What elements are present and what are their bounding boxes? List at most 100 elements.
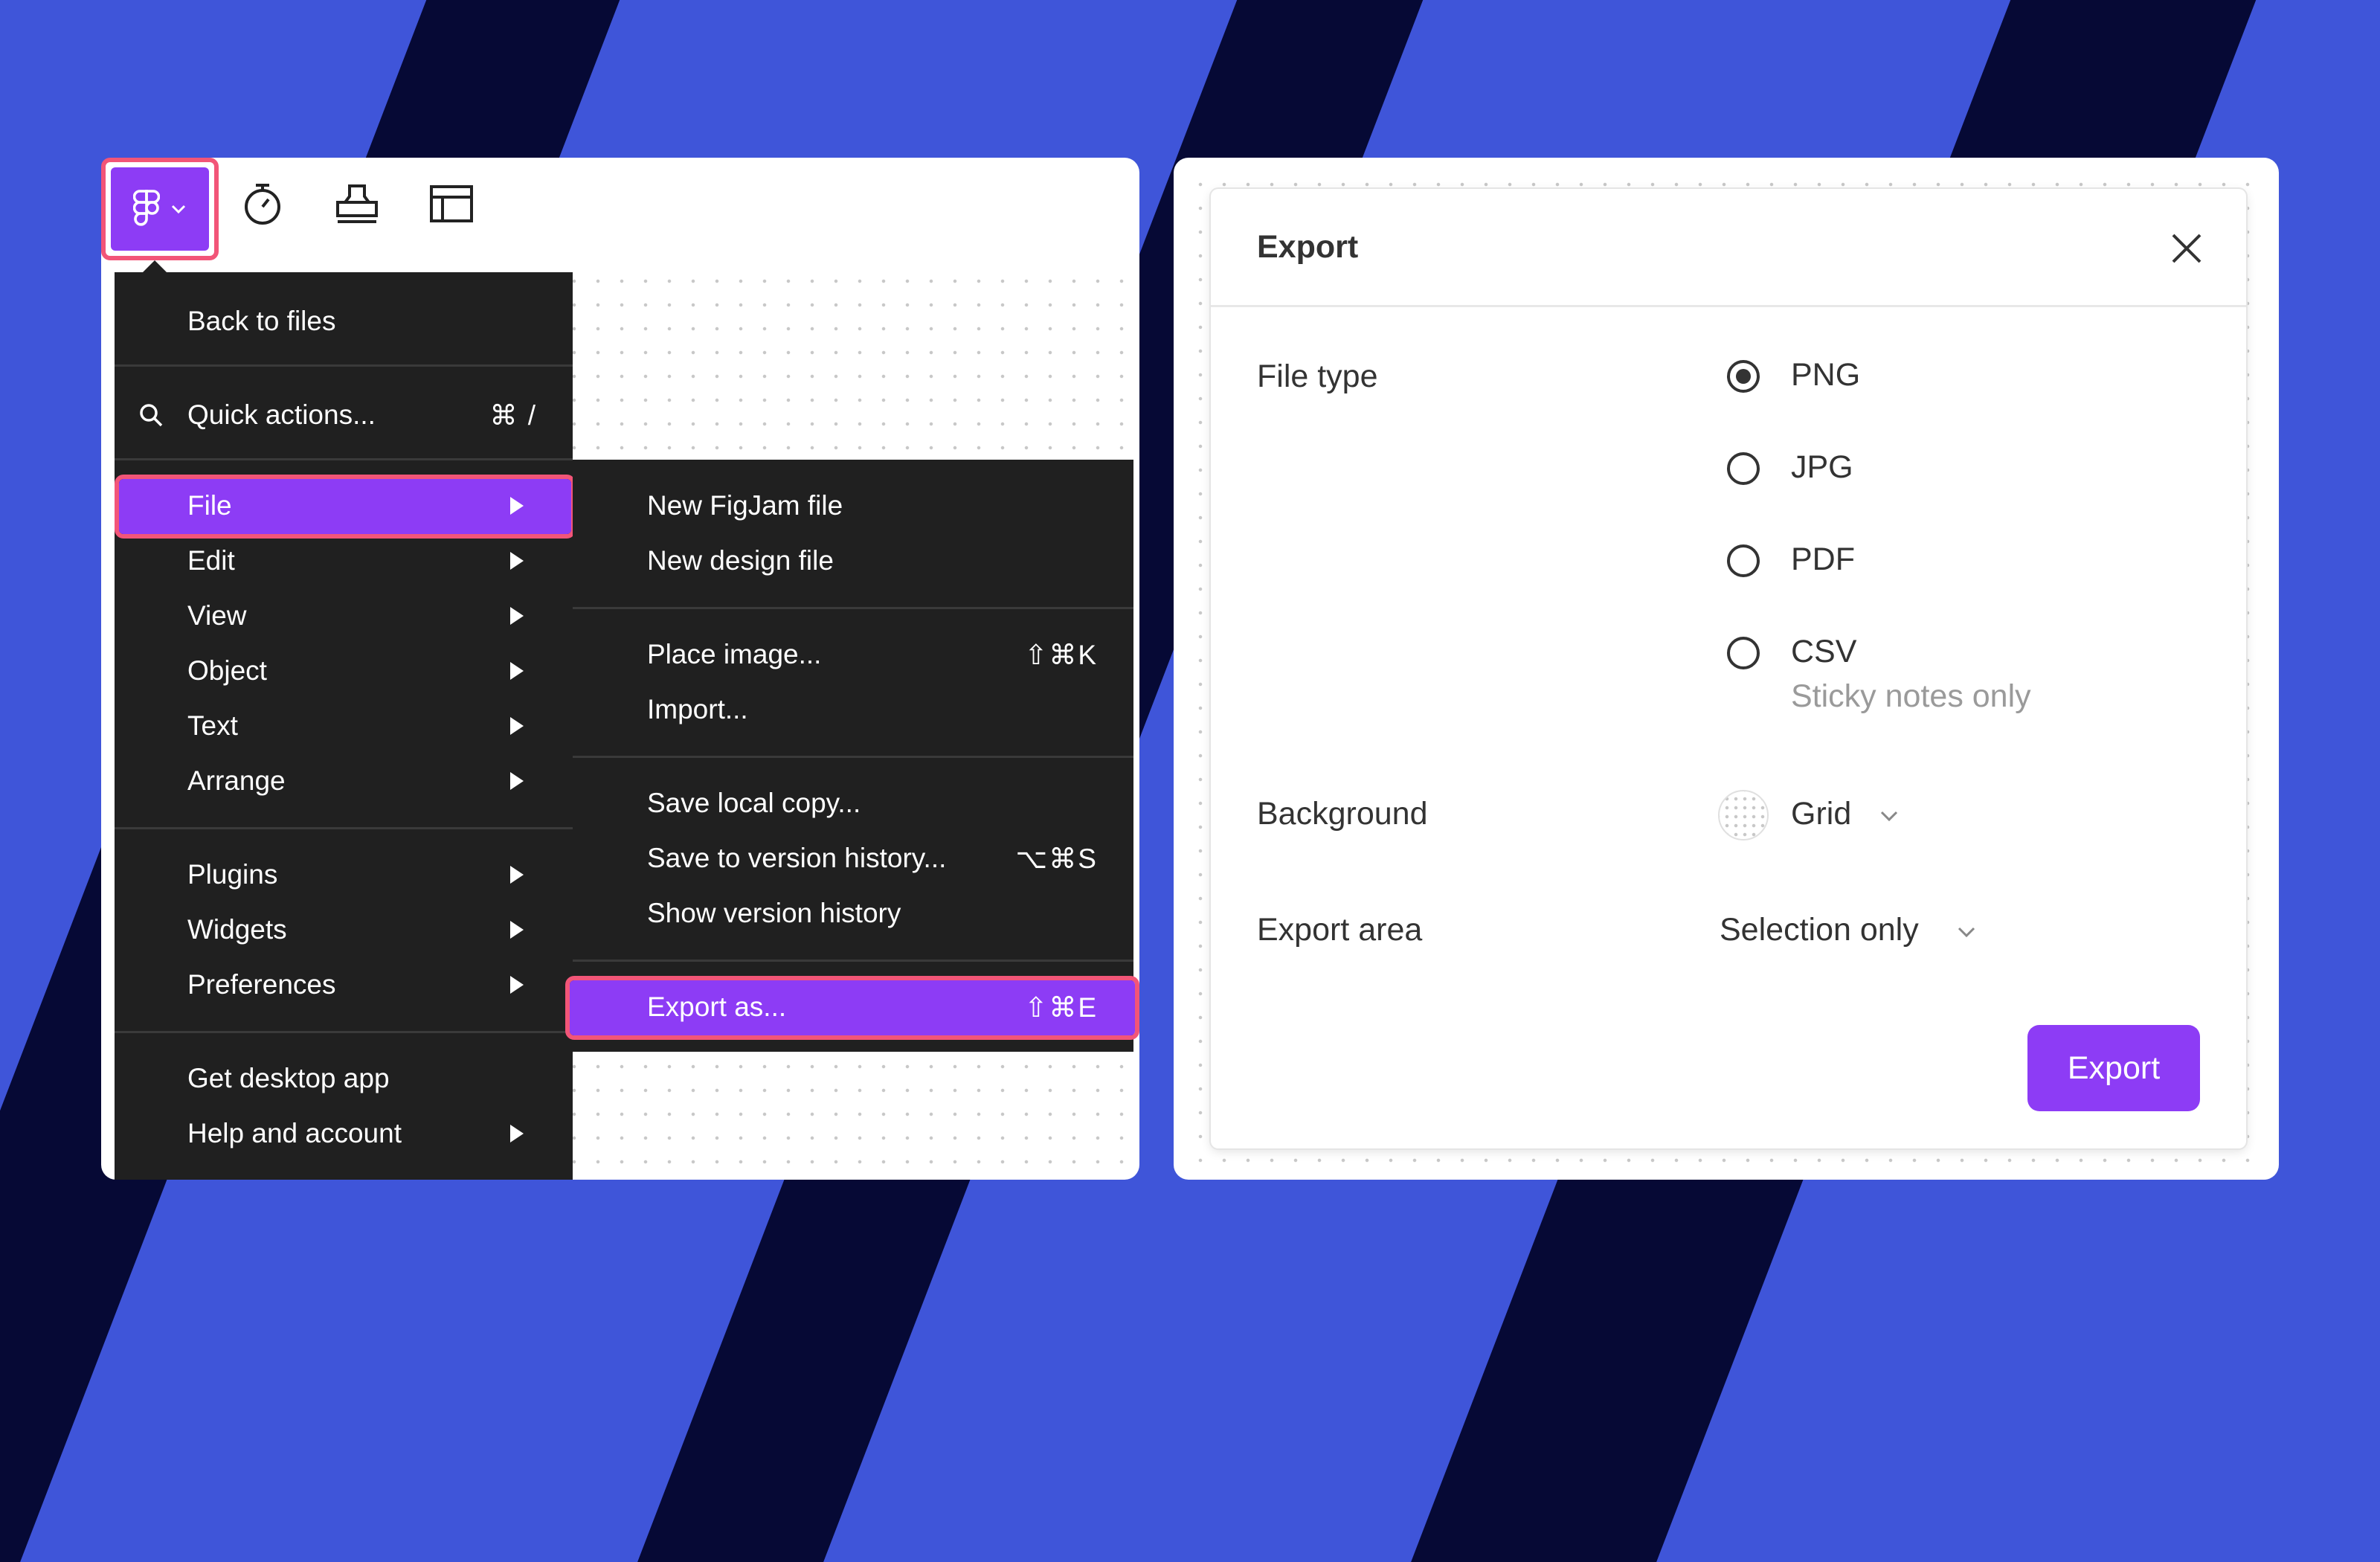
menu-item-arrange[interactable]: Arrange: [115, 754, 573, 808]
menu-item-back-to-files[interactable]: Back to files: [115, 295, 573, 348]
menu-item-object[interactable]: Object: [115, 644, 573, 698]
menu-divider: [115, 827, 573, 829]
submenu-item-label: Import...: [647, 694, 748, 724]
menu-item-label: Quick actions...: [187, 399, 376, 430]
figma-logo-icon: [133, 190, 160, 226]
file-type-option-csv[interactable]: CSV Sticky notes only: [1727, 629, 2069, 726]
dialog-header-divider: [1211, 305, 2246, 307]
menu-item-label: Plugins: [187, 859, 278, 890]
file-submenu: New FigJam file New design file Place im…: [573, 460, 1133, 1052]
close-icon: [2172, 234, 2202, 263]
menu-item-label: Edit: [187, 545, 235, 576]
grid-swatch-icon: [1718, 790, 1769, 841]
main-menu: Back to files Quick actions... ⌘ / File …: [115, 272, 573, 1180]
menu-item-plugins[interactable]: Plugins: [115, 848, 573, 901]
menu-item-shortcut: ⌘ /: [489, 399, 537, 431]
menu-item-label: Help and account: [187, 1118, 402, 1148]
menu-item-label: File: [187, 490, 232, 521]
file-type-label: File type: [1257, 359, 1378, 394]
csv-note: Sticky notes only: [1791, 678, 2031, 714]
menu-divider: [573, 960, 1133, 962]
menu-item-label: Get desktop app: [187, 1063, 390, 1093]
table-icon: [430, 185, 473, 222]
submenu-arrow-icon: [510, 976, 524, 994]
chevron-down-icon: [1958, 927, 1975, 938]
submenu-item-new-design-file[interactable]: New design file: [573, 534, 1133, 588]
submenu-item-save-local-copy[interactable]: Save local copy...: [573, 777, 1133, 830]
submenu-arrow-icon: [510, 921, 524, 939]
submenu-item-label: Place image...: [647, 639, 822, 669]
close-button[interactable]: [2166, 228, 2207, 269]
submenu-item-shortcut: ⇧⌘E: [1024, 991, 1098, 1023]
submenu-item-import[interactable]: Import...: [573, 683, 1133, 736]
submenu-item-label: Export as...: [647, 991, 787, 1022]
search-icon: [140, 404, 163, 427]
submenu-arrow-icon: [510, 866, 524, 884]
file-type-option-pdf[interactable]: PDF: [1727, 537, 1950, 588]
export-button[interactable]: Export: [2027, 1025, 2200, 1111]
submenu-item-show-version-history[interactable]: Show version history: [573, 887, 1133, 940]
radio-icon: [1727, 452, 1760, 485]
background-select[interactable]: Grid: [1718, 788, 1911, 842]
submenu-item-place-image[interactable]: Place image... ⇧⌘K: [573, 628, 1133, 681]
submenu-item-label: New design file: [647, 545, 834, 576]
menu-item-label: Widgets: [187, 914, 287, 945]
menu-divider: [115, 1031, 573, 1033]
submenu-arrow-icon: [510, 552, 524, 570]
menu-item-label: Text: [187, 710, 238, 741]
menu-item-view[interactable]: View: [115, 589, 573, 643]
menu-divider: [573, 607, 1133, 609]
submenu-item-shortcut: ⇧⌘K: [1024, 639, 1098, 670]
submenu-item-label: Show version history: [647, 898, 901, 928]
menu-divider: [115, 458, 573, 460]
stamp-button[interactable]: [333, 180, 381, 228]
submenu-item-save-to-version-history[interactable]: Save to version history... ⌥⌘S: [573, 832, 1133, 885]
submenu-arrow-icon: [510, 607, 524, 625]
submenu-item-label: Save local copy...: [647, 788, 861, 818]
menu-item-label: Object: [187, 655, 267, 686]
menu-item-label: Back to files: [187, 306, 336, 336]
submenu-item-label: New FigJam file: [647, 490, 843, 521]
chevron-down-icon: [1880, 811, 1898, 822]
menu-item-label: Preferences: [187, 969, 336, 1000]
submenu-arrow-icon: [510, 1125, 524, 1142]
menu-item-edit[interactable]: Edit: [115, 534, 573, 588]
file-type-option-label: PNG: [1791, 357, 1861, 393]
export-area-select[interactable]: Selection only: [1718, 904, 2001, 958]
file-type-option-label: PDF: [1791, 541, 1855, 577]
radio-selected-icon: [1727, 360, 1760, 393]
submenu-item-new-figjam-file[interactable]: New FigJam file: [573, 479, 1133, 533]
export-area-label: Export area: [1257, 912, 1423, 948]
submenu-item-shortcut: ⌥⌘S: [1015, 843, 1098, 874]
menu-item-file-active[interactable]: File: [115, 479, 573, 533]
menu-item-quick-actions[interactable]: Quick actions... ⌘ /: [115, 388, 573, 442]
menu-caret: [143, 260, 167, 272]
menu-item-help-and-account[interactable]: Help and account: [115, 1107, 573, 1160]
menu-item-widgets[interactable]: Widgets: [115, 903, 573, 957]
background-label: Background: [1257, 796, 1428, 832]
timer-button[interactable]: [239, 180, 286, 228]
menu-item-label: Arrange: [187, 765, 286, 796]
dialog-title: Export: [1257, 229, 1359, 265]
radio-icon: [1727, 544, 1760, 577]
menu-item-label: View: [187, 600, 247, 631]
submenu-arrow-icon: [510, 717, 524, 735]
submenu-item-export-as[interactable]: Export as... ⇧⌘E: [573, 980, 1133, 1034]
timer-icon: [245, 184, 280, 225]
export-area-value: Selection only: [1720, 912, 1919, 948]
menu-divider: [115, 364, 573, 367]
file-type-option-label: JPG: [1791, 449, 1853, 485]
submenu-arrow-icon: [510, 662, 524, 680]
chevron-down-icon: [171, 205, 186, 214]
menu-item-get-desktop-app[interactable]: Get desktop app: [115, 1052, 573, 1105]
file-type-option-png[interactable]: PNG: [1727, 353, 1950, 403]
main-menu-button[interactable]: [101, 158, 219, 260]
submenu-item-label: Save to version history...: [647, 843, 947, 873]
menu-item-text[interactable]: Text: [115, 699, 573, 753]
stamp-icon: [336, 184, 378, 223]
file-type-option-jpg[interactable]: JPG: [1727, 445, 1950, 495]
submenu-arrow-icon: [510, 772, 524, 790]
menu-divider: [573, 756, 1133, 758]
table-button[interactable]: [428, 180, 475, 228]
menu-item-preferences[interactable]: Preferences: [115, 958, 573, 1012]
